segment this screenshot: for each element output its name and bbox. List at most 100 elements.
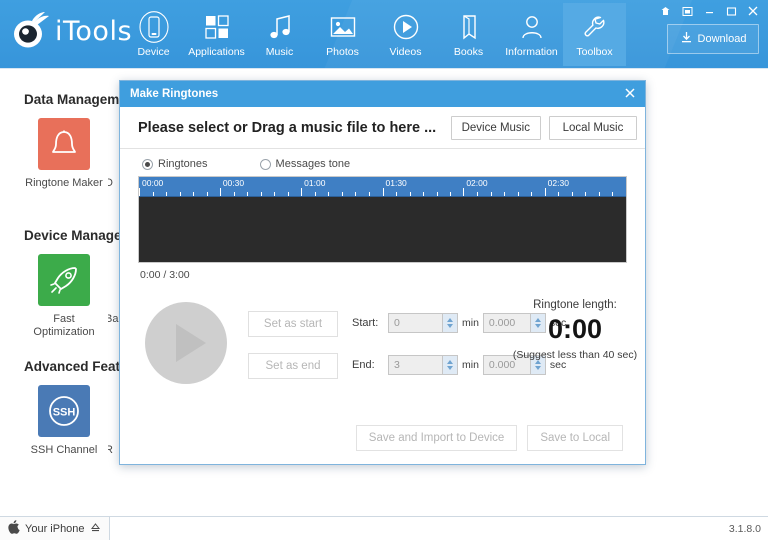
download-arrow-icon (680, 31, 693, 47)
local-music-button[interactable]: Local Music (549, 115, 637, 140)
ruler-tick-major (219, 188, 221, 196)
ruler-tick-minor (396, 192, 398, 196)
start-label: Start: (352, 317, 379, 329)
ruler-tick-major (301, 188, 303, 196)
nav-item-toolbox[interactable]: Toolbox (563, 3, 626, 66)
ruler-tick-minor (450, 192, 452, 196)
restore-icon[interactable] (676, 2, 698, 20)
nav-label-videos: Videos (389, 46, 422, 58)
eject-icon[interactable] (90, 522, 101, 536)
itools-window: iTools Device Applications Music Photos … (0, 0, 768, 540)
nav-item-books[interactable]: Books (437, 3, 500, 66)
end-min-arrows[interactable] (442, 356, 457, 374)
end-min-value[interactable]: 3 (389, 356, 442, 374)
tile-label-ringtone-maker: Ringtone Maker (25, 177, 103, 189)
status-device[interactable]: Your iPhone (0, 517, 109, 540)
ringtone-length-value: 0:00 (547, 314, 603, 344)
nav-label-device: Device (137, 46, 170, 58)
tile-fast-optimization[interactable]: Fast Optimization (18, 254, 110, 339)
save-to-local-button[interactable]: Save to Local (527, 425, 623, 451)
device-music-button[interactable]: Device Music (450, 115, 541, 140)
ruler-tick-minor (274, 192, 276, 196)
ruler-tick-minor (166, 192, 168, 196)
ringtone-length-hint: (Suggest less than 40 sec) (512, 349, 638, 361)
apple-icon (8, 520, 20, 537)
nav-label-music: Music (265, 46, 294, 58)
music-icon (265, 11, 295, 43)
close-icon[interactable] (742, 2, 764, 20)
ringtone-length-box: Ringtone length: 0:00 (Suggest less than… (505, 299, 645, 361)
tile-ringtone-maker[interactable]: Ringtone Maker (18, 118, 110, 190)
ruler-tick-minor (477, 192, 479, 196)
start-min-arrows[interactable] (442, 314, 457, 332)
brand-text: iTools (55, 15, 133, 47)
pin-icon[interactable] (654, 2, 676, 20)
ruler-tick-major (463, 188, 465, 196)
ruler-label: 01:30 (385, 178, 407, 188)
ruler-tick-minor (152, 192, 154, 196)
end-min-stepper[interactable]: 3 (388, 355, 458, 375)
ruler-tick-minor (436, 192, 438, 196)
itools-logo-icon (8, 10, 52, 52)
nav-item-information[interactable]: Information (500, 3, 563, 66)
ruler-tick-minor (368, 192, 370, 196)
waveform-panel[interactable]: 00:00 00:30 01:00 01:30 02:00 02:30 (138, 176, 627, 263)
play-icon (176, 324, 206, 362)
ruler-tick-minor (598, 192, 600, 196)
maximize-icon[interactable] (720, 2, 742, 20)
photos-icon (328, 11, 358, 43)
ruler-tick-minor (558, 192, 560, 196)
nav-label-books: Books (453, 46, 484, 58)
start-min-value[interactable]: 0 (389, 314, 442, 332)
tile-ssh-channel[interactable]: SSH SSH Channel (18, 385, 110, 457)
radio-label-messages-tone: Messages tone (275, 158, 351, 170)
ruler-tick-minor (423, 192, 425, 196)
nav-item-music[interactable]: Music (248, 3, 311, 66)
main-nav: Device Applications Music Photos Videos … (122, 3, 626, 66)
ruler-tick-minor (531, 192, 533, 196)
ruler-tick-minor (206, 192, 208, 196)
set-as-end-button[interactable]: Set as end (248, 353, 338, 379)
start-min-stepper[interactable]: 0 (388, 313, 458, 333)
nav-item-videos[interactable]: Videos (374, 3, 437, 66)
ruler-label: 02:00 (466, 178, 488, 188)
tone-type-radio-group: Ringtones Messages tone (120, 149, 645, 176)
download-button[interactable]: Download (667, 24, 759, 54)
ruler-tick-minor (409, 192, 411, 196)
ruler-tick-minor (314, 192, 316, 196)
nav-item-applications[interactable]: Applications (185, 3, 248, 66)
svg-text:SSH: SSH (53, 407, 76, 419)
app-logo: iTools (8, 10, 132, 52)
timeline-ruler[interactable]: 00:00 00:30 01:00 01:30 02:00 02:30 (139, 177, 626, 197)
radio-label-ringtones: Ringtones (158, 158, 208, 170)
radio-dot-unselected (259, 158, 271, 170)
nav-item-device[interactable]: Device (122, 3, 185, 66)
rocket-icon (38, 254, 90, 306)
nav-label-photos: Photos (326, 46, 359, 58)
window-controls (654, 2, 764, 20)
waveform-canvas[interactable] (139, 197, 626, 262)
ruler-tick-major (544, 188, 546, 196)
set-as-start-button[interactable]: Set as start (248, 311, 338, 337)
play-button[interactable] (145, 302, 227, 384)
applications-icon (202, 11, 232, 43)
save-and-import-to-device-button[interactable]: Save and Import to Device (355, 425, 518, 451)
books-icon (454, 11, 484, 43)
minimize-icon[interactable] (698, 2, 720, 20)
ruler-tick-major (139, 188, 140, 196)
radio-messages-tone[interactable]: Messages tone (259, 158, 351, 170)
ruler-tick-minor (328, 192, 330, 196)
start-min-unit: min (462, 317, 479, 329)
ruler-label: 00:00 (142, 178, 164, 188)
ruler-tick-minor (233, 192, 235, 196)
nav-item-photos[interactable]: Photos (311, 3, 374, 66)
status-device-name: Your iPhone (25, 522, 85, 535)
time-position: 0:00 / 3:00 (140, 269, 190, 281)
ruler-label: 00:30 (222, 178, 245, 188)
close-icon[interactable] (622, 87, 638, 102)
dialog-prompt: Please select or Drag a music file to he… (138, 119, 437, 136)
radio-ringtones[interactable]: Ringtones (142, 158, 208, 170)
ssh-icon: SSH (38, 385, 90, 437)
ruler-tick-minor (612, 192, 614, 196)
dialog-titlebar[interactable]: Make Ringtones (120, 81, 645, 107)
